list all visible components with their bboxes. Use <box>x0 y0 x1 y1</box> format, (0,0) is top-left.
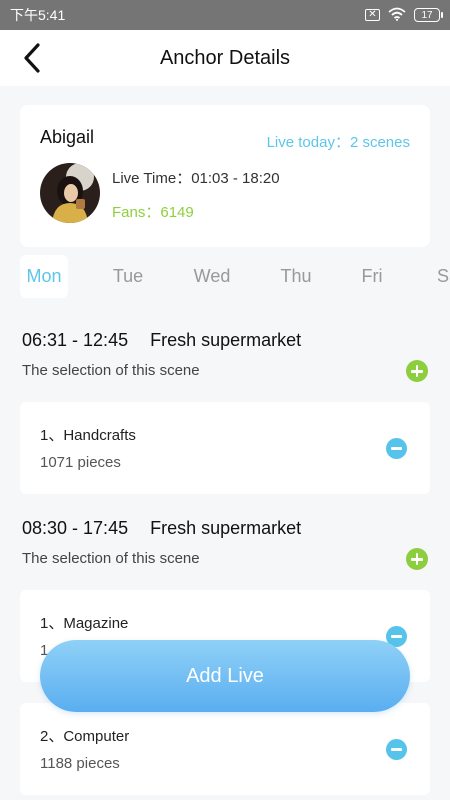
status-bar: 下午5:41 ✕ 17 <box>0 0 450 30</box>
scene-shop: Fresh supermarket <box>150 330 302 350</box>
no-sim-icon: ✕ <box>365 9 380 21</box>
scene-selection-label: The selection of this scene <box>22 362 200 379</box>
page-title: Anchor Details <box>159 46 291 69</box>
item-quantity: 1188 pieces <box>40 755 120 772</box>
fans-count: Fans：6149 <box>112 204 194 221</box>
scene-time: 08:30 - 17:45 <box>22 518 129 538</box>
avatar-photo-icon <box>40 163 100 223</box>
scene-time: 06:31 - 12:45 <box>22 330 129 350</box>
tab-sat[interactable]: Sa <box>424 255 450 298</box>
item-name: 1、Magazine <box>40 615 129 632</box>
tab-mon[interactable]: Mon <box>20 255 68 298</box>
nav-bar: Anchor Details <box>0 30 450 86</box>
live-time: Live Time：01:03 - 18:20 <box>112 170 280 187</box>
avatar <box>40 163 100 223</box>
item-name: 2、Computer <box>40 728 130 745</box>
add-live-button[interactable]: Add Live <box>40 640 410 712</box>
tab-thu[interactable]: Thu <box>272 255 320 298</box>
add-selection-button[interactable] <box>406 360 428 382</box>
anchor-name: Abigail <box>40 127 95 147</box>
day-tabs: Mon Tue Wed Thu Fri Sa <box>0 255 450 300</box>
tab-tue[interactable]: Tue <box>104 255 152 298</box>
remove-item-button[interactable] <box>386 438 407 459</box>
list-item: 2、Computer 1188 pieces <box>20 703 430 795</box>
list-item: 1、Handcrafts 1071 pieces <box>20 402 430 494</box>
back-button[interactable] <box>14 40 50 76</box>
remove-item-button[interactable] <box>386 739 407 760</box>
scene-shop: Fresh supermarket <box>150 518 302 538</box>
status-icons: ✕ 17 <box>365 7 443 24</box>
back-arrow-icon <box>24 43 40 73</box>
anchor-profile-card: Abigail Live today：2 scenes Live Time：01… <box>20 105 430 247</box>
live-today-count: Live today：2 scenes <box>266 134 410 151</box>
scene-selection-label: The selection of this scene <box>22 550 200 567</box>
scene-header: 06:31 - 12:45 Fresh supermarket <box>22 330 301 351</box>
battery-icon: 17 <box>414 8 443 22</box>
add-selection-button[interactable] <box>406 548 428 570</box>
scene-header: 08:30 - 17:45 Fresh supermarket <box>22 518 301 539</box>
item-quantity: 1071 pieces <box>40 454 121 471</box>
wifi-icon <box>388 7 406 24</box>
item-name: 1、Handcrafts <box>40 427 136 444</box>
status-time: 下午5:41 <box>10 7 66 23</box>
tab-fri[interactable]: Fri <box>348 255 396 298</box>
tab-wed[interactable]: Wed <box>188 255 236 298</box>
